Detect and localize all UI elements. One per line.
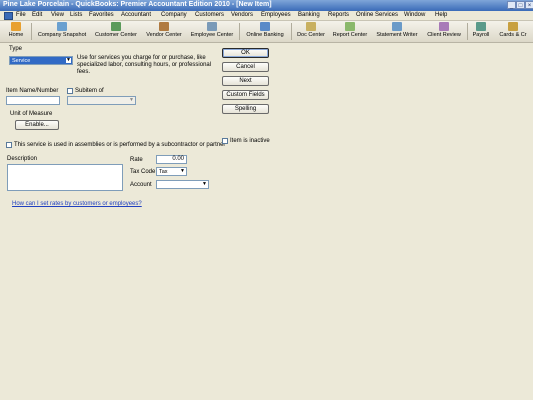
toolbar-separator [239, 23, 240, 40]
window-title: Pine Lake Porcelain - QuickBooks: Premie… [3, 1, 272, 8]
rate-field[interactable]: 0.00 [156, 155, 187, 164]
cancel-button[interactable]: Cancel [222, 62, 269, 72]
menu-employees[interactable]: Employees [261, 12, 291, 18]
menu-view[interactable]: View [51, 12, 64, 18]
enable-button[interactable]: Enable... [15, 120, 59, 130]
toolbar-cards[interactable]: Cards & Cr [495, 21, 531, 42]
home-icon [11, 22, 21, 31]
type-select-value: Service [12, 58, 31, 64]
toolbar-label: Statement Writer [376, 32, 418, 38]
uom-label: Unit of Measure [10, 111, 53, 117]
type-description: Use for services you charge for or purch… [77, 55, 212, 75]
item-name-field[interactable] [6, 96, 60, 105]
minimize-button[interactable]: _ [507, 1, 516, 9]
payroll-icon [476, 22, 486, 31]
title-bar: Pine Lake Porcelain - QuickBooks: Premie… [0, 0, 533, 11]
toolbar-label: Company Snapshot [37, 32, 87, 38]
menu-accountant[interactable]: Accountant [121, 12, 151, 18]
app-menu-icon[interactable] [4, 12, 13, 20]
toolbar-payroll[interactable]: Payroll [469, 21, 493, 42]
type-label: Type [9, 46, 23, 52]
custom-fields-button[interactable]: Custom Fields [222, 90, 269, 100]
chevron-down-icon: ▼ [202, 181, 207, 187]
subitem-label: Subitem of [75, 88, 104, 94]
toolbar-statement-writer[interactable]: Statement Writer [373, 21, 421, 42]
maximize-button[interactable]: □ [516, 1, 525, 9]
toolbar-label: Customer Center [95, 32, 137, 38]
menu-online-services[interactable]: Online Services [356, 12, 398, 18]
type-select[interactable]: Service ▼ [9, 56, 73, 65]
toolbar-employee-center[interactable]: Employee Center [188, 21, 236, 42]
subitem-select[interactable]: ▼ [67, 96, 136, 105]
menu-edit[interactable]: Edit [32, 12, 42, 18]
toolbar-home[interactable]: Home [4, 21, 28, 42]
subitem-checkbox[interactable] [67, 88, 73, 94]
report-icon [345, 22, 355, 31]
vendor-icon [159, 22, 169, 31]
menu-reports[interactable]: Reports [328, 12, 349, 18]
taxcode-select-value: Tax [159, 169, 168, 175]
customer-icon [111, 22, 121, 31]
banking-icon [260, 22, 270, 31]
spelling-button[interactable]: Spelling [222, 104, 269, 114]
item-name-label: Item Name/Number [6, 88, 59, 94]
review-icon [439, 22, 449, 31]
toolbar-label: Online Banking [246, 32, 284, 38]
toolbar-separator [31, 23, 32, 40]
menu-lists[interactable]: Lists [70, 12, 82, 18]
toolbar-report-center[interactable]: Report Center [329, 21, 371, 42]
toolbar-customer-center[interactable]: Customer Center [92, 21, 140, 42]
toolbar-label: Client Review [427, 32, 461, 38]
toolbar-separator [291, 23, 292, 40]
menu-help[interactable]: Help [435, 12, 447, 18]
subcontractor-label: This service is used in assemblies or is… [14, 142, 226, 148]
description-label: Description [7, 156, 38, 162]
toolbar-online-banking[interactable]: Online Banking [242, 21, 288, 42]
toolbar-label: Cards & Cr [499, 32, 527, 38]
cards-icon [508, 22, 518, 31]
toolbar-label: Doc Center [297, 32, 325, 38]
rate-label: Rate [130, 157, 143, 163]
chevron-down-icon: ▼ [129, 97, 134, 103]
subcontractor-checkbox[interactable] [6, 142, 12, 148]
chevron-down-icon: ▼ [66, 57, 71, 63]
taxcode-label: Tax Code [130, 169, 156, 175]
toolbar-label: Payroll [472, 32, 490, 38]
toolbar-company-snapshot[interactable]: Company Snapshot [34, 21, 90, 42]
statement-icon [392, 22, 402, 31]
close-button[interactable]: × [525, 1, 533, 9]
menu-window[interactable]: Window [404, 12, 425, 18]
snapshot-icon [57, 22, 67, 31]
menu-file[interactable]: File [16, 12, 26, 18]
menu-favorites[interactable]: Favorites [89, 12, 114, 18]
next-button[interactable]: Next [222, 76, 269, 86]
icon-toolbar: Home Company Snapshot Customer Center Ve… [0, 21, 533, 43]
account-label: Account [130, 182, 152, 188]
menu-banking[interactable]: Banking [298, 12, 320, 18]
inactive-checkbox[interactable] [222, 138, 228, 144]
taxcode-select[interactable]: Tax ▼ [156, 167, 187, 176]
menu-vendors[interactable]: Vendors [231, 12, 253, 18]
toolbar-label: Employee Center [190, 32, 234, 38]
ok-button[interactable]: OK [222, 48, 269, 58]
employee-icon [207, 22, 217, 31]
doc-icon [306, 22, 316, 31]
toolbar-separator [467, 23, 468, 40]
rates-help-link[interactable]: How can I set rates by customers or empl… [12, 201, 142, 207]
menu-customers[interactable]: Customers [195, 12, 224, 18]
chevron-down-icon: ▼ [180, 168, 185, 174]
menu-bar: File Edit View Lists Favorites Accountan… [0, 11, 533, 21]
toolbar-label: Home [8, 32, 24, 38]
inactive-label: Item is inactive [230, 138, 270, 144]
description-field[interactable] [7, 164, 123, 191]
toolbar-doc-center[interactable]: Doc Center [294, 21, 328, 42]
toolbar-label: Vendor Center [146, 32, 182, 38]
toolbar-client-review[interactable]: Client Review [423, 21, 465, 42]
toolbar-label: Report Center [332, 32, 368, 38]
toolbar-vendor-center[interactable]: Vendor Center [142, 21, 186, 42]
account-select[interactable]: ▼ [156, 180, 209, 189]
new-item-form: Type Service ▼ Use for services you char… [0, 43, 533, 400]
menu-company[interactable]: Company [161, 12, 187, 18]
